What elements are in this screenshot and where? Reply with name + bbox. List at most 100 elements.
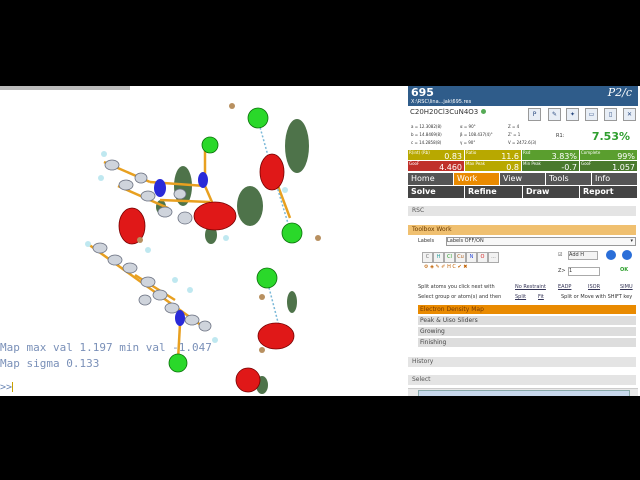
tab-info[interactable]: Info — [592, 173, 638, 185]
split-link[interactable]: Split — [515, 294, 526, 300]
growing-bar[interactable]: Growing — [418, 327, 636, 336]
stat-value: -0.7 — [561, 163, 577, 171]
select-text: Select group or atom(s) and then — [418, 294, 502, 300]
r1-value[interactable]: 7.53% — [592, 130, 630, 143]
tool-icons[interactable]: ⚙ ◈ ✎ ✐ H C ✔ ✖ — [424, 264, 467, 270]
split-text: Split atoms you click next with — [418, 284, 495, 290]
section-history[interactable]: History — [408, 357, 636, 367]
cell-alpha: α = 90° — [460, 124, 476, 129]
olex-window: Map max val 1.197 min val -1.047 Map sig… — [0, 86, 640, 396]
close-icon[interactable]: ✕ — [623, 108, 636, 121]
density-mesh — [285, 119, 309, 173]
add-h-checkbox[interactable]: ☑ — [558, 252, 562, 258]
atom-chip[interactable]: N — [466, 252, 477, 263]
info-icon[interactable]: P — [528, 108, 541, 121]
isor-link[interactable]: ISOR — [588, 284, 600, 290]
stat-title: Ratio — [466, 150, 477, 155]
stat-box[interactable]: R(int) (Rb) 0.83 — [408, 150, 464, 160]
ok-button[interactable]: OK — [620, 267, 628, 273]
section-toolbox[interactable]: Toolbox Work — [408, 225, 636, 235]
file-path[interactable]: X:\RSC\lina...jak\695.res — [411, 99, 471, 105]
eadp-link[interactable]: EADP — [558, 284, 571, 290]
folder-icon[interactable]: ▭ — [585, 108, 598, 121]
labels-select-value: Labels OFF/ON — [447, 238, 484, 244]
gui-panel: 695 X:\RSC\lina...jak\695.res P2/c C20H2… — [408, 86, 640, 396]
stat-title: Complete — [581, 150, 601, 155]
stat-value: 99% — [617, 152, 635, 160]
tab-view[interactable]: View — [500, 173, 546, 185]
section-select[interactable]: Select — [408, 375, 636, 385]
labels-select[interactable]: Labels OFF/ON ▾ — [446, 237, 636, 246]
stat-title: Rsd — [523, 150, 531, 155]
space-group[interactable]: P2/c — [608, 86, 632, 99]
report-button[interactable]: Report — [580, 186, 638, 198]
scrollbar-thumb[interactable] — [418, 390, 630, 396]
cell-z: Z = 4 — [508, 124, 520, 129]
stat-box[interactable]: Max Peak 0.8 — [465, 161, 521, 171]
stat-box[interactable]: GooF 4.460 — [408, 161, 464, 171]
atom-chip[interactable]: H — [433, 252, 444, 263]
wand-icon[interactable]: ✦ — [566, 108, 579, 121]
electron-density-map-bar[interactable]: Electron Density Map — [418, 305, 636, 314]
stat-value: 0.83 — [444, 152, 462, 160]
solve-button[interactable]: Solve — [408, 186, 465, 198]
simu-link[interactable]: SIMU — [620, 284, 633, 290]
cell-volume: V = 2472.6(3) — [508, 140, 537, 145]
stat-box[interactable]: Min Peak -0.7 — [522, 161, 579, 171]
finishing-bar[interactable]: Finishing — [418, 338, 636, 347]
stat-box[interactable]: Rsd 3.83% — [522, 150, 579, 160]
add-h-button[interactable]: Add H — [568, 251, 598, 260]
prompt-symbol: >> — [0, 382, 13, 393]
stat-box[interactable]: Complete 99% — [580, 150, 637, 160]
z-input[interactable]: 1 — [568, 267, 600, 276]
peak-uiso-sliders-bar[interactable]: Peak & Uiso Sliders — [418, 316, 636, 325]
page-icon[interactable]: ▯ — [604, 108, 617, 121]
sphere-icon[interactable] — [606, 250, 616, 260]
stat-title: GooF — [581, 161, 592, 166]
structure-id: 695 — [411, 86, 434, 99]
draw-button[interactable]: Draw — [523, 186, 580, 198]
check-icon — [481, 109, 487, 114]
stat-title: GooF — [409, 161, 420, 166]
tab-work[interactable]: Work — [454, 173, 500, 185]
tab-home[interactable]: Home — [408, 173, 454, 185]
horizontal-scrollbar[interactable] — [408, 388, 638, 396]
no-restraint-link[interactable]: No Restraint — [515, 284, 546, 290]
cell-beta: β = 108.437(4)° — [460, 132, 493, 137]
atom-chip[interactable]: O — [477, 252, 488, 263]
main-menu: Home Work View Tools Info Solve Refine D… — [408, 173, 638, 199]
tab-tools[interactable]: Tools — [546, 173, 592, 185]
stat-title: R(int) (Rb) — [409, 150, 430, 155]
structure-header: 695 X:\RSC\lina...jak\695.res P2/c — [408, 86, 638, 106]
molecule-viewer[interactable]: Map max val 1.197 min val -1.047 Map sig… — [0, 90, 405, 396]
sphere-icon[interactable] — [622, 250, 632, 260]
stat-title: Max Peak — [466, 161, 486, 166]
section-rsc[interactable]: RSC — [408, 206, 636, 216]
formula[interactable]: C20H20Cl3CuN4O3 — [410, 108, 478, 116]
atom-chip[interactable]: Cu — [455, 252, 466, 263]
stat-value: 11.6 — [501, 152, 519, 160]
labels-label: Labels — [418, 238, 435, 244]
density-mesh — [287, 291, 297, 313]
refine-button[interactable]: Refine — [465, 186, 523, 198]
chevron-down-icon: ▾ — [630, 238, 633, 244]
atom-chip[interactable]: ... — [488, 252, 499, 263]
fit-link[interactable]: Fit — [538, 294, 544, 300]
formula-line: C20H20Cl3CuN4O3 — [410, 108, 487, 116]
atom-chip[interactable]: C — [422, 252, 433, 263]
density-mesh — [237, 186, 263, 226]
console-map-max: Map max val 1.197 min val -1.047 — [0, 341, 212, 354]
stat-box[interactable]: GooF 1.057 — [580, 161, 637, 171]
stat-value: 4.460 — [439, 163, 462, 171]
stat-value: 1.057 — [612, 163, 635, 171]
pencil-icon[interactable]: ✎ — [548, 108, 561, 121]
atom-chip[interactable]: Cl — [444, 252, 455, 263]
stat-title: Min Peak — [523, 161, 541, 166]
z-label: Z> — [558, 268, 566, 274]
stat-value: 3.83% — [551, 152, 577, 160]
stat-box[interactable]: Ratio 11.6 — [465, 150, 521, 160]
r1-label: R1: — [556, 133, 565, 139]
cell-c: c = 14.2858(8) — [411, 140, 442, 145]
split-move-text: Split or Move with SHIFT key — [561, 294, 633, 300]
console-prompt[interactable]: >> — [0, 382, 14, 393]
